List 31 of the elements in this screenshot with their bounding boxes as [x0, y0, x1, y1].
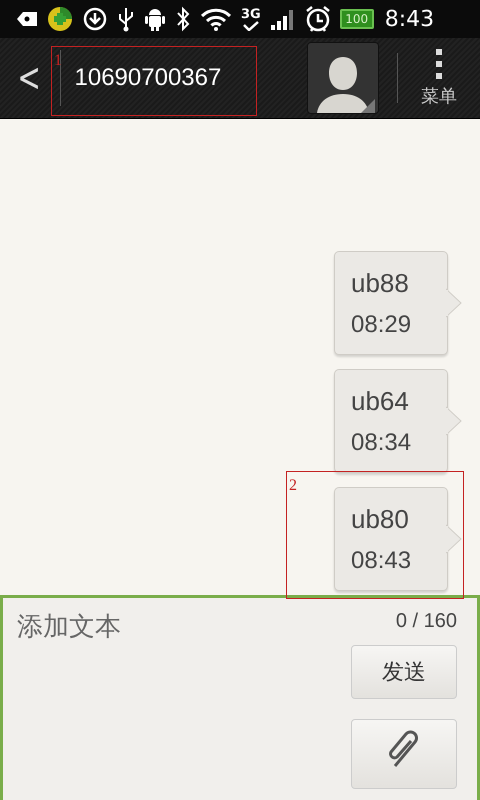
contact-number: 10690700367	[74, 64, 222, 92]
menu-button[interactable]: 菜单	[398, 47, 480, 109]
tag-icon	[16, 11, 38, 27]
signal-icon	[270, 7, 296, 31]
battery-icon: 100	[340, 9, 374, 29]
character-counter: 0 / 160	[396, 610, 457, 633]
send-button[interactable]: 发送	[351, 645, 457, 699]
menu-icon	[435, 48, 443, 80]
message-time: 08:43	[351, 546, 412, 574]
alarm-icon	[304, 5, 331, 33]
android-icon	[144, 6, 166, 32]
network-type: 3G	[241, 8, 261, 20]
back-button[interactable]: <	[8, 55, 51, 101]
message-text: ub80	[351, 504, 410, 534]
message-time: 08:34	[351, 428, 412, 456]
check-icon	[242, 20, 259, 30]
paperclip-icon	[387, 728, 421, 768]
usb-icon	[117, 6, 135, 32]
status-time: 8:43	[384, 6, 434, 32]
attach-button[interactable]	[351, 719, 457, 789]
wifi-icon	[200, 7, 232, 31]
annotation-number: 2	[289, 478, 297, 494]
message-input[interactable]: 添加文本	[3, 598, 339, 656]
message-text: ub88	[351, 268, 410, 298]
message-text: ub64	[351, 386, 410, 416]
message-time: 08:29	[351, 310, 412, 338]
app-icon	[47, 6, 73, 32]
annotation-number: 1	[54, 53, 62, 69]
download-icon	[82, 6, 108, 32]
contact-avatar[interactable]	[307, 42, 379, 114]
bluetooth-icon	[175, 6, 191, 32]
